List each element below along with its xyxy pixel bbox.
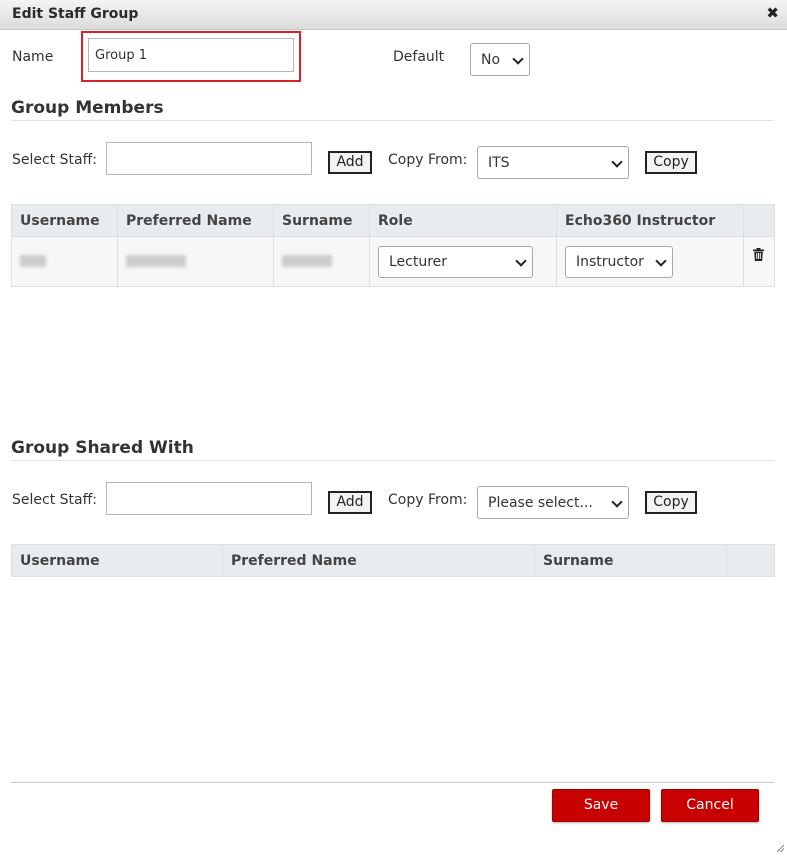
close-icon[interactable]: ✖ (766, 4, 779, 22)
redacted-username (20, 255, 46, 267)
group-members-table: Username Preferred Name Surname Role Ech… (11, 204, 775, 287)
column-header-surname[interactable]: Surname (534, 544, 727, 577)
shared-copy-from-value: Please select... (488, 494, 593, 511)
role-select-value: Lecturer (389, 254, 448, 270)
group-shared-with-divider (11, 460, 774, 461)
chevron-down-icon (512, 52, 524, 65)
cancel-button[interactable]: Cancel (661, 789, 759, 822)
echo360-instructor-cell: Instructor (556, 236, 744, 287)
surname-cell (273, 236, 370, 287)
shared-select-staff-label: Select Staff: (12, 492, 97, 508)
default-select-value: No (481, 51, 501, 68)
group-shared-with-heading: Group Shared With (11, 438, 194, 458)
chevron-down-icon (611, 495, 623, 508)
table-row: Lecturer Instructor (11, 236, 775, 287)
redacted-surname (282, 255, 332, 267)
members-select-staff-input[interactable] (106, 142, 312, 175)
echo360-instructor-value: Instructor (576, 254, 644, 270)
name-input[interactable] (88, 38, 294, 72)
chevron-down-icon (515, 255, 527, 267)
column-header-preferred-name[interactable]: Preferred Name (117, 204, 274, 237)
shared-add-button[interactable]: Add (328, 491, 372, 514)
column-header-username[interactable]: Username (11, 204, 118, 237)
username-cell (11, 236, 118, 287)
save-button[interactable]: Save (552, 789, 650, 822)
name-label: Name (12, 49, 54, 65)
shared-copy-from-label: Copy From: (388, 492, 468, 508)
resize-handle-icon[interactable] (776, 837, 785, 853)
default-select[interactable]: No (470, 43, 530, 76)
column-header-preferred-name[interactable]: Preferred Name (222, 544, 535, 577)
members-copy-from-value: ITS (488, 154, 510, 171)
redacted-preferred-name (126, 255, 186, 267)
column-header-surname[interactable]: Surname (273, 204, 370, 237)
footer-divider (11, 782, 774, 783)
members-copy-from-select[interactable]: ITS (477, 146, 629, 179)
dialog-title: Edit Staff Group (12, 6, 139, 22)
role-cell: Lecturer (369, 236, 557, 287)
role-select[interactable]: Lecturer (378, 246, 533, 278)
shared-copy-from-select[interactable]: Please select... (477, 486, 629, 519)
dialog-titlebar: Edit Staff Group ✖ (0, 0, 787, 30)
members-copy-button[interactable]: Copy (645, 151, 697, 174)
echo360-instructor-select[interactable]: Instructor (565, 246, 673, 278)
chevron-down-icon (655, 255, 667, 267)
table-header-row: Username Preferred Name Surname (11, 544, 775, 577)
members-select-staff-label: Select Staff: (12, 152, 97, 168)
members-add-button[interactable]: Add (328, 151, 372, 174)
column-header-role[interactable]: Role (369, 204, 557, 237)
group-shared-with-table: Username Preferred Name Surname (11, 544, 775, 577)
table-header-row: Username Preferred Name Surname Role Ech… (11, 204, 775, 237)
shared-copy-button[interactable]: Copy (645, 491, 697, 514)
trash-icon[interactable] (753, 248, 764, 261)
members-copy-from-label: Copy From: (388, 152, 468, 168)
group-members-heading: Group Members (11, 98, 164, 118)
preferred-name-cell (117, 236, 274, 287)
column-header-actions (726, 544, 775, 577)
delete-cell (743, 236, 775, 287)
group-members-divider (11, 120, 774, 121)
column-header-actions (743, 204, 775, 237)
column-header-username[interactable]: Username (11, 544, 223, 577)
column-header-echo360-instructor[interactable]: Echo360 Instructor (556, 204, 744, 237)
shared-select-staff-input[interactable] (106, 482, 312, 515)
default-label: Default (393, 49, 445, 65)
chevron-down-icon (611, 155, 623, 168)
